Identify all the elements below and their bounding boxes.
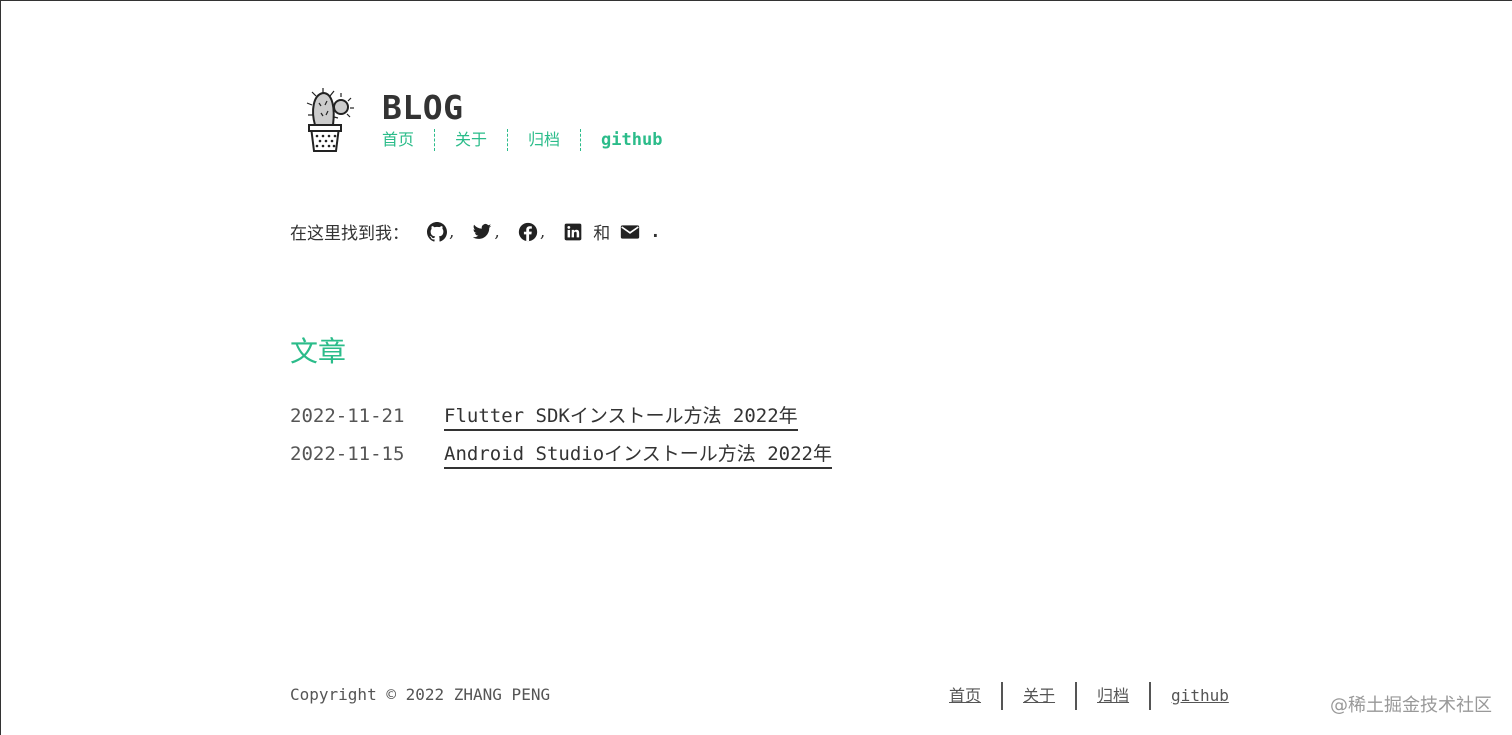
nav-archive-link[interactable]: 归档	[528, 129, 560, 151]
separator-comma: ,	[539, 221, 546, 242]
separator-comma: ,	[494, 221, 500, 242]
nav-github-link[interactable]: github	[601, 129, 662, 151]
post-list-item: 2022-11-21 Flutter SDKインストール方法 2022年	[290, 401, 832, 439]
post-title-link[interactable]: Android Studioインストール方法 2022年	[444, 439, 832, 469]
header-nav: 首页 关于 归档 github	[382, 129, 662, 151]
footer-home-link[interactable]: 首页	[949, 682, 981, 710]
footer-archive-link[interactable]: 归档	[1097, 682, 1129, 710]
nav-divider	[580, 129, 582, 151]
footer-divider	[1149, 682, 1152, 710]
footer-copyright: Copyright © 2022 ZHANG PENG	[290, 685, 551, 704]
github-icon[interactable]	[427, 221, 447, 242]
posts-heading: 文章	[290, 335, 347, 368]
period: .	[650, 221, 661, 242]
post-date: 2022-11-21	[290, 405, 405, 427]
social-links: 在这里找到我： , , , 和 .	[290, 219, 660, 244]
twitter-icon[interactable]	[472, 222, 492, 242]
brand: BLOG 首页 关于 归档 github	[382, 89, 662, 151]
social-prefix: 在这里找到我：	[290, 224, 409, 244]
post-list: 2022-11-21 Flutter SDKインストール方法 2022年 202…	[290, 401, 832, 477]
post-date: 2022-11-15	[290, 443, 405, 465]
post-list-item: 2022-11-15 Android Studioインストール方法 2022年	[290, 439, 832, 477]
conjunction-text: 和	[593, 224, 611, 244]
nav-divider	[434, 129, 436, 151]
facebook-icon[interactable]	[518, 222, 538, 242]
footer-github-link[interactable]: github	[1171, 682, 1229, 710]
site-header: BLOG 首页 关于 归档 github	[290, 87, 662, 155]
cactus-logo-icon[interactable]	[303, 87, 363, 155]
separator-comma: ,	[449, 221, 455, 242]
nav-about-link[interactable]: 关于	[455, 129, 487, 151]
nav-divider	[507, 129, 509, 151]
footer-divider	[1001, 682, 1004, 710]
mail-icon[interactable]	[620, 222, 640, 242]
linkedin-icon[interactable]	[563, 222, 583, 242]
footer-nav: 首页 关于 归档 github	[949, 682, 1229, 710]
nav-home-link[interactable]: 首页	[382, 129, 414, 151]
watermark: @稀土掘金技术社区	[1330, 695, 1492, 716]
post-title-link[interactable]: Flutter SDKインストール方法 2022年	[444, 401, 798, 431]
site-title[interactable]: BLOG	[382, 89, 662, 127]
footer-divider	[1075, 682, 1078, 710]
footer-about-link[interactable]: 关于	[1023, 682, 1055, 710]
